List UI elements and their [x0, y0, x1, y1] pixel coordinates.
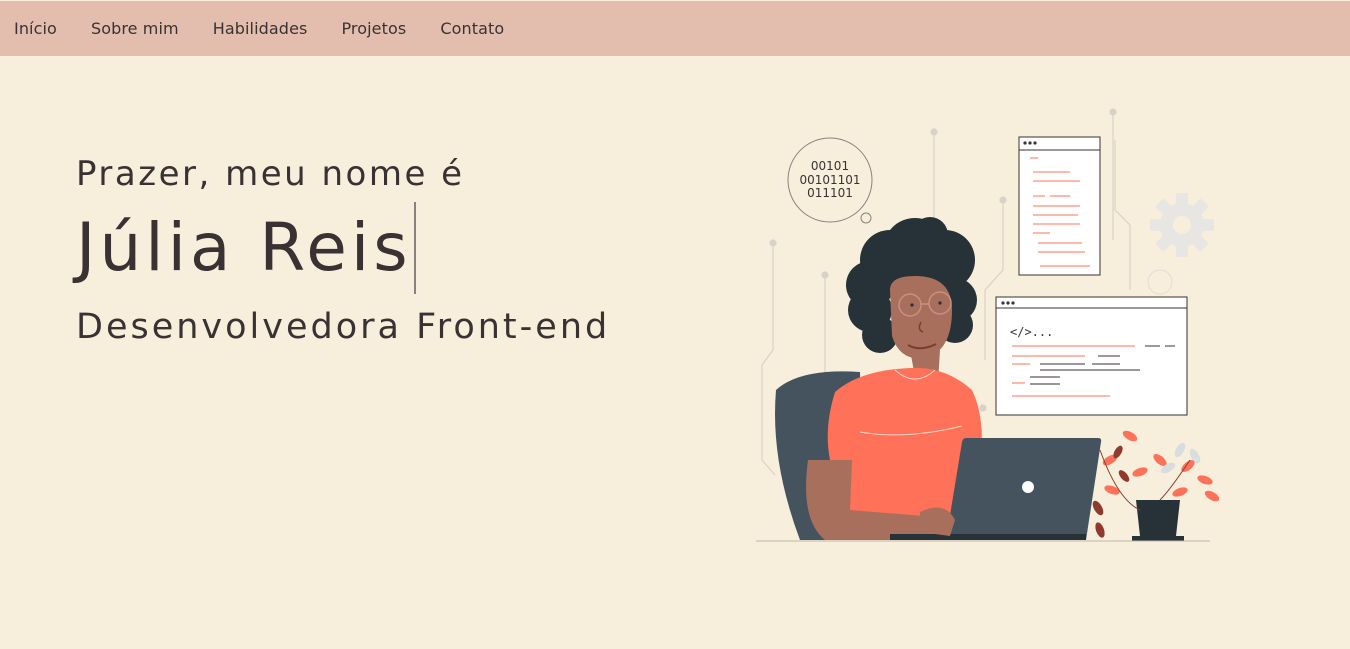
developer-illustration: 00101 00101101 011101 </>... [740, 100, 1240, 560]
code-tag: </>... [1010, 325, 1053, 339]
small-gear-icon [1147, 269, 1173, 295]
plant [1092, 430, 1220, 541]
typing-caret [413, 202, 416, 294]
hero-section: Prazer, meu nome é Júlia Reis Desenvolve… [76, 150, 610, 352]
nav-link-habilidades[interactable]: Habilidades [213, 19, 308, 38]
nav-link-contato[interactable]: Contato [440, 19, 504, 38]
gear-icon [1150, 193, 1214, 257]
code-window-bottom: </>... [995, 296, 1188, 416]
hero-greeting: Prazer, meu nome é [76, 154, 465, 194]
binary-line-1: 00101 [811, 159, 849, 173]
binary-line-2: 00101101 [799, 173, 860, 187]
navbar: Início Sobre mim Habilidades Projetos Co… [0, 1, 1350, 56]
binary-line-3: 011101 [807, 186, 853, 200]
hero-name: Júlia Reis [76, 209, 412, 286]
nav-link-inicio[interactable]: Início [14, 19, 57, 38]
nav-link-sobre-mim[interactable]: Sobre mim [91, 19, 179, 38]
hero-name-line: Júlia Reis [76, 202, 610, 294]
nav-link-projetos[interactable]: Projetos [341, 19, 406, 38]
hero-role: Desenvolvedora Front-end [76, 307, 611, 347]
code-window-top [1018, 136, 1101, 276]
binary-bubble: 00101 00101101 011101 [787, 137, 873, 224]
